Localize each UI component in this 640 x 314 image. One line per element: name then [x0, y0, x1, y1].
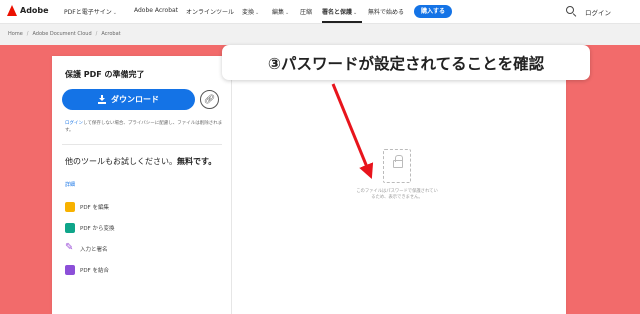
preview-message: このファイルはパスワードで保護されているため、表示できません。 — [356, 189, 438, 200]
nav-item-label: 変換 — [242, 9, 255, 16]
nav-item-edit[interactable]: 編集⌄ — [272, 7, 289, 16]
buy-button[interactable]: 購入する — [414, 5, 452, 18]
nav-item-compress[interactable]: 圧縮 — [300, 7, 312, 16]
try-text: 他のツールもお試しください。 — [65, 157, 177, 166]
privacy-note: ログインして保存しない場合、プライバシーに配慮し、ファイルは削除されます。 — [65, 120, 223, 134]
adobe-logo-icon — [7, 5, 17, 16]
nav-item-label: 署名と保護 — [322, 9, 353, 16]
result-card: 保護 PDF の準備完了 ダウンロード 🔗︎ ログインして保存しない場合、プライ… — [52, 56, 566, 314]
file-preview-area: このファイルはパスワードで保護されているため、表示できません。 — [233, 56, 566, 314]
try-bold: 無料です。 — [177, 157, 217, 166]
breadcrumb-separator: / — [95, 31, 98, 37]
download-label: ダウンロード — [111, 95, 159, 104]
nav-item-convert[interactable]: 変換⌄ — [242, 7, 259, 16]
download-icon — [98, 95, 106, 104]
nav-item-label: 無料で始める — [368, 9, 405, 16]
chevron-down-icon: ⌄ — [255, 10, 260, 16]
nav-item-online-tools[interactable]: オンラインツール — [186, 7, 234, 16]
tool-item-fill-sign[interactable]: 入力と署名 — [65, 242, 108, 254]
share-link-button[interactable]: 🔗︎ — [200, 90, 219, 109]
nav-item-label: PDFと電子サイン — [64, 9, 112, 16]
chevron-down-icon: ⌄ — [112, 10, 117, 16]
tool-item-edit-pdf[interactable]: PDF を編集 — [65, 202, 109, 212]
breadcrumb: Home / Adobe Document Cloud / Acrobat — [8, 31, 121, 37]
download-button[interactable]: ダウンロード — [62, 89, 195, 110]
tool-label: 入力と署名 — [80, 247, 108, 253]
nav-item-adobe-acrobat[interactable]: Adobe Acrobat — [134, 7, 178, 14]
detail-link[interactable]: 詳細 — [65, 181, 75, 188]
breadcrumb-document-cloud[interactable]: Adobe Document Cloud — [32, 31, 91, 37]
tool-label: PDF を編集 — [80, 205, 109, 211]
divider — [62, 144, 222, 145]
nav-item-pdf-esign[interactable]: PDFと電子サイン⌄ — [64, 7, 117, 16]
adobe-logo[interactable]: Adobe — [7, 5, 49, 16]
fill-sign-icon — [65, 242, 75, 254]
note-login-link[interactable]: ログイン — [65, 121, 83, 126]
action-panel: 保護 PDF の準備完了 ダウンロード 🔗︎ ログインして保存しない場合、プライ… — [52, 56, 232, 314]
chevron-down-icon: ⌄ — [285, 10, 290, 16]
note-text: して保存しない場合、プライバシーに配慮し、ファイルは削除されます。 — [65, 121, 223, 133]
pdf-convert-icon — [65, 223, 75, 233]
instruction-callout: ③パスワードが設定されてることを確認 — [222, 45, 590, 80]
top-nav-bar: Adobe PDFと電子サイン⌄ Adobe Acrobat オンラインツール … — [0, 0, 640, 24]
nav-item-free-start[interactable]: 無料で始める — [368, 7, 404, 16]
nav-item-label: 編集 — [272, 9, 285, 16]
breadcrumb-separator: / — [26, 31, 29, 37]
tool-label: PDF から変換 — [80, 226, 115, 232]
nav-item-label: オンラインツール — [186, 9, 235, 16]
login-link[interactable]: ログイン — [585, 7, 611, 17]
pdf-edit-icon — [65, 202, 75, 212]
breadcrumb-acrobat[interactable]: Acrobat — [101, 31, 120, 37]
link-icon: 🔗︎ — [203, 94, 216, 105]
tool-item-convert-pdf[interactable]: PDF から変換 — [65, 223, 114, 233]
nav-item-sign-protect[interactable]: 署名と保護⌄ — [322, 7, 357, 16]
try-tools-heading: 他のツールもお試しください。無料です。 — [65, 156, 225, 167]
active-nav-indicator — [322, 21, 362, 23]
breadcrumb-home[interactable]: Home — [8, 31, 23, 37]
lock-icon — [393, 155, 403, 168]
locked-document-icon — [383, 149, 411, 183]
tool-label: PDF を結合 — [80, 268, 109, 274]
tool-item-merge-pdf[interactable]: PDF を結合 — [65, 265, 109, 275]
nav-item-label: 圧縮 — [300, 9, 313, 16]
adobe-logo-text: Adobe — [20, 6, 49, 15]
nav-item-label: Adobe Acrobat — [134, 7, 179, 14]
search-icon[interactable] — [566, 6, 574, 14]
panel-title: 保護 PDF の準備完了 — [65, 70, 145, 79]
chevron-down-icon: ⌄ — [353, 10, 358, 16]
pdf-merge-icon — [65, 265, 75, 275]
